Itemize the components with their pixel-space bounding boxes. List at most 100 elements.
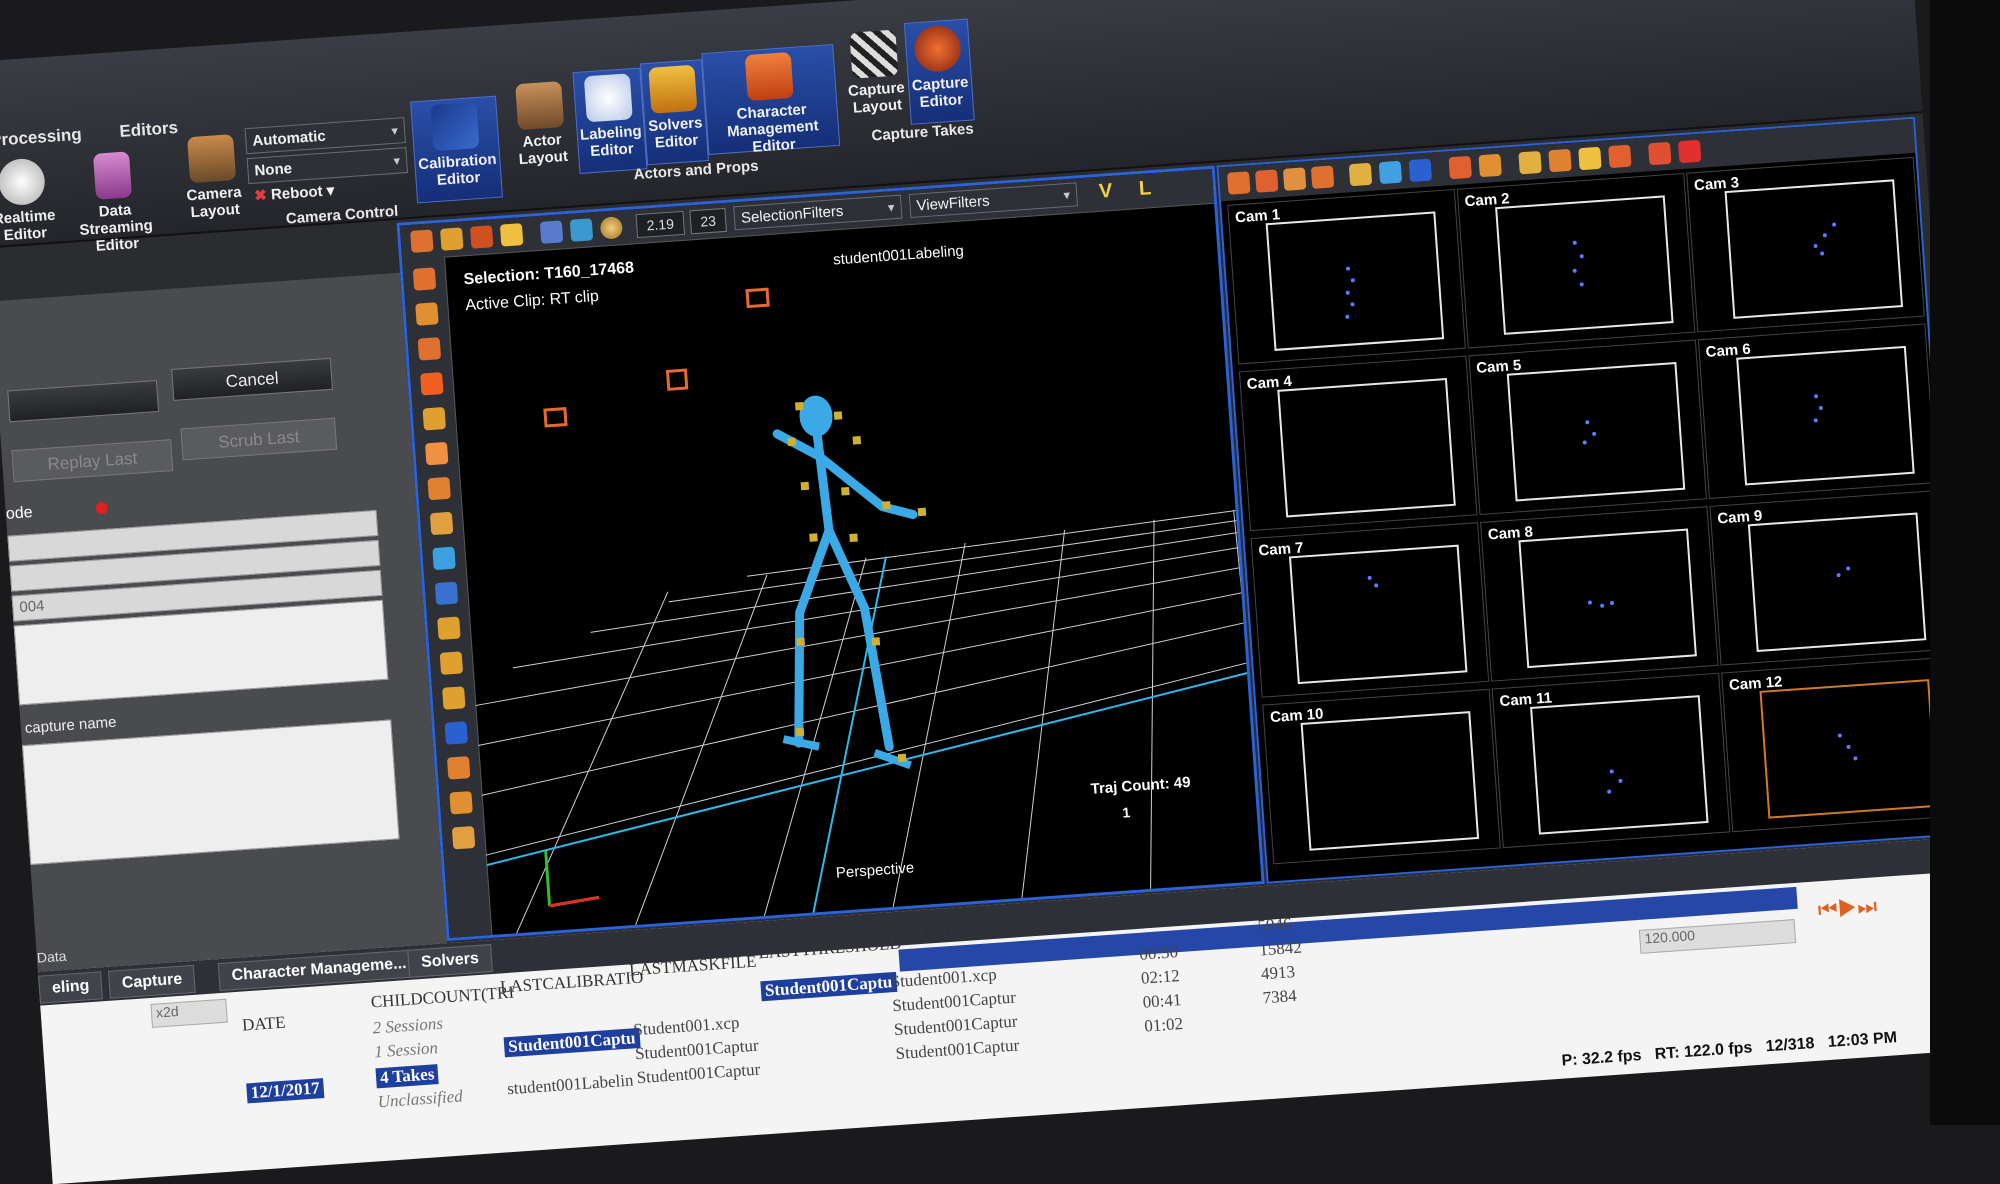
cell-time: 02:12 xyxy=(1140,966,1181,988)
capture-editor-button[interactable]: Capture Editor xyxy=(903,18,975,125)
cancel-button[interactable]: Cancel xyxy=(171,357,333,401)
replay-last-button[interactable]: Replay Last xyxy=(11,439,174,483)
sphere-icon[interactable] xyxy=(599,216,624,240)
value-field[interactable]: 120.000 xyxy=(1638,919,1797,954)
capture-layout-button[interactable]: Capture Layout xyxy=(842,29,908,117)
tab-solvers[interactable]: Solvers xyxy=(407,944,493,978)
curve-tool-icon[interactable] xyxy=(442,686,466,710)
viewport-v-toggle[interactable]: V xyxy=(1098,180,1113,204)
reboot-icon: ✖ xyxy=(253,186,268,205)
tab-processing[interactable]: t Processing xyxy=(0,125,82,152)
wave-tool-icon[interactable] xyxy=(444,721,468,745)
data-label: Data xyxy=(36,947,67,966)
camera-views-panel: Cam 1 Cam 2 Cam 3 Cam 4 Cam 5 Cam 6 Cam … xyxy=(1216,116,1966,884)
prop-markers xyxy=(543,287,770,428)
list-tool-icon[interactable] xyxy=(451,825,476,850)
playback-controls-icon[interactable]: ⏮▶⏭ xyxy=(1817,893,1878,923)
monitor-bezel xyxy=(1930,0,2000,1125)
cell-count: 4913 xyxy=(1260,962,1296,984)
clock: 12:03 PM xyxy=(1827,1029,1898,1052)
ramp-tool-icon[interactable] xyxy=(449,791,473,815)
3d-viewport[interactable]: 2.19 23 SelectionFilters ▼ ViewFilters ▼ V… xyxy=(396,165,1265,942)
figure-tool-icon[interactable] xyxy=(424,441,449,466)
puzzle-tool-icon[interactable] xyxy=(434,581,459,606)
chevron-down-icon: ▼ xyxy=(1060,189,1073,203)
actor-layout-button[interactable]: Actor Layout xyxy=(507,81,575,169)
database-icon xyxy=(92,151,133,200)
capture-panel: Cancel Replay Last Scrub Last ode 004 ca… xyxy=(0,272,448,980)
tab-labeling[interactable]: eling xyxy=(38,971,104,1004)
pin-tool-icon[interactable] xyxy=(439,651,464,675)
viewport-scene xyxy=(475,287,1265,942)
actor-icon xyxy=(515,81,565,131)
view-filters-select[interactable]: ViewFilters ▼ xyxy=(908,182,1079,219)
labeling-icon xyxy=(583,73,633,123)
tab-capture[interactable]: Capture xyxy=(107,964,197,999)
chevron-down-icon: ▼ xyxy=(390,155,403,169)
axis-tool-icon[interactable] xyxy=(415,302,439,326)
pose-tool-icon[interactable] xyxy=(429,511,454,536)
solvers-editor-button[interactable]: Solvers Editor xyxy=(639,59,709,166)
col-childcount[interactable]: CHILDCOUNT(TRI xyxy=(370,983,515,1013)
cell-time: 01:02 xyxy=(1143,1013,1184,1036)
status-bar: P: 32.2 fps RT: 122.0 fps 12/318 12:03 P… xyxy=(1561,1029,1898,1070)
camera-layout-button[interactable]: Camera Layout xyxy=(180,134,246,222)
labeling-editor-button[interactable]: Labeling Editor xyxy=(572,67,648,174)
cell-lastthresh[interactable]: Student001Captu xyxy=(760,971,897,1002)
clapperboard-icon xyxy=(849,29,899,79)
frame-field[interactable]: 23 xyxy=(689,207,727,235)
cell-count: 15842 xyxy=(1258,937,1303,960)
axis-gizmo-x xyxy=(549,895,600,908)
arrow-tool-icon[interactable] xyxy=(412,267,437,291)
step-tool-icon[interactable] xyxy=(446,756,471,780)
traj-sub-label: 1 xyxy=(1121,804,1131,821)
sort-icon[interactable] xyxy=(499,223,524,247)
selection-filters-select[interactable]: SelectionFilters ▼ xyxy=(733,194,903,231)
calibration-wand-icon xyxy=(430,102,480,152)
copy-icon[interactable] xyxy=(539,220,564,244)
realtime-fps: RT: 122.0 fps xyxy=(1654,1039,1753,1064)
data-streaming-editor-button[interactable]: Data Streaming Editor xyxy=(61,149,168,257)
tab-editors[interactable]: Editors xyxy=(119,118,179,142)
cell-date[interactable]: 12/1/2017 xyxy=(246,1078,325,1104)
calibration-editor-button[interactable]: Calibration Editor xyxy=(410,95,503,204)
x-axis-line xyxy=(486,670,1256,867)
rotate-tool-icon[interactable] xyxy=(417,337,442,361)
character-management-editor-button[interactable]: Character Management Editor xyxy=(701,43,841,156)
cell: 1 Session xyxy=(373,1038,439,1062)
webcam-icon xyxy=(913,24,963,74)
globe-tool-icon[interactable] xyxy=(432,546,456,571)
chevron-down-icon: ▼ xyxy=(388,125,401,139)
col-notes[interactable]: NOTES xyxy=(1016,908,1072,932)
cell-count: 5946 xyxy=(1256,914,1293,936)
cell: Student001Captur xyxy=(636,1059,761,1088)
reboot-button[interactable]: ✖ Reboot ▾ xyxy=(254,180,365,205)
joint-tool-icon[interactable] xyxy=(422,406,447,431)
cell: Unclassified xyxy=(377,1086,464,1112)
camera-icon xyxy=(187,134,237,184)
capture-name-label: capture name xyxy=(24,713,117,738)
blank-button[interactable] xyxy=(7,379,160,423)
loop-tool-icon[interactable] xyxy=(427,476,451,501)
triangle-tool-icon[interactable] xyxy=(437,616,461,640)
solver-gear-icon xyxy=(648,64,698,114)
cell-lastcalib[interactable]: Student001Captu xyxy=(503,1027,641,1058)
viewport-l-toggle[interactable]: L xyxy=(1138,177,1152,201)
select-tool-icon[interactable] xyxy=(410,229,434,253)
col-date[interactable]: DATE xyxy=(241,1013,286,1036)
capture-name-field[interactable] xyxy=(22,719,400,865)
frame-counter: 12/318 xyxy=(1765,1034,1816,1056)
marquee-icon[interactable] xyxy=(469,225,494,249)
cell-time: 00:41 xyxy=(1142,990,1182,1012)
paint-icon[interactable] xyxy=(440,227,464,251)
scrub-last-button[interactable]: Scrub Last xyxy=(180,417,338,461)
zoom-field[interactable]: 2.19 xyxy=(635,210,686,239)
cell-selected[interactable]: 4 Takes xyxy=(375,1064,440,1089)
scale-tool-icon[interactable] xyxy=(420,372,444,396)
cell: Student001Captur xyxy=(895,1035,1020,1064)
cell-time: 00:50 xyxy=(1138,942,1179,964)
color-icon[interactable] xyxy=(569,218,594,242)
realtime-editor-button[interactable]: Realtime Editor xyxy=(0,157,59,245)
search-input[interactable]: x2d xyxy=(150,998,228,1028)
clock-icon xyxy=(0,157,47,207)
